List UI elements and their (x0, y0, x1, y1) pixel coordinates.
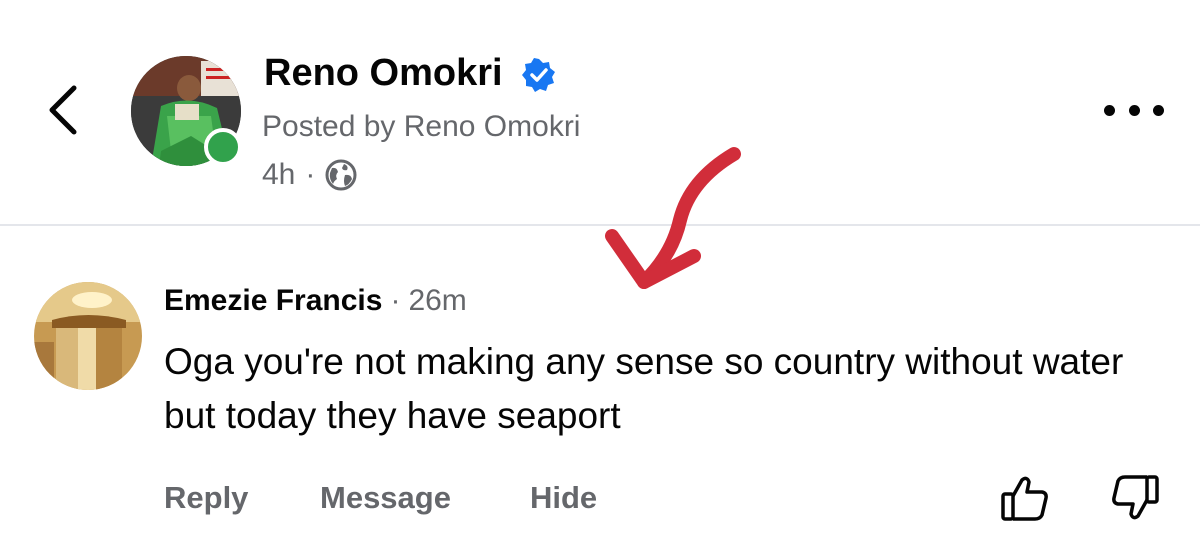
comment-text: Oga you're not making any sense so count… (164, 341, 1124, 436)
post-meta: 4h · (262, 158, 357, 192)
thumbs-up-icon[interactable] (1000, 474, 1050, 522)
comment-separator: · (390, 284, 401, 317)
commenter-avatar[interactable] (34, 282, 142, 390)
message-button[interactable]: Message (320, 480, 451, 516)
post-author-name[interactable]: Reno Omokri (264, 52, 503, 95)
hide-button[interactable]: Hide (530, 480, 597, 516)
annotation-arrow-icon (605, 147, 741, 289)
comment-time[interactable]: 26m (408, 284, 466, 318)
commenter-name[interactable]: Emezie Francis (164, 284, 382, 318)
globe-icon[interactable] (325, 159, 357, 191)
posted-by-text: Posted by Reno Omokri (262, 110, 581, 143)
commenter-photo (34, 282, 142, 390)
more-options-icon[interactable] (1104, 100, 1164, 120)
verified-badge-icon (522, 58, 555, 92)
online-status-indicator (204, 128, 242, 166)
post-time[interactable]: 4h (262, 158, 295, 192)
comment-header: Emezie Francis · 26m (164, 284, 467, 318)
reply-button[interactable]: Reply (164, 480, 248, 516)
meta-separator: · (305, 158, 316, 191)
back-chevron-icon[interactable] (44, 82, 84, 138)
thumbs-down-icon[interactable] (1110, 474, 1160, 522)
